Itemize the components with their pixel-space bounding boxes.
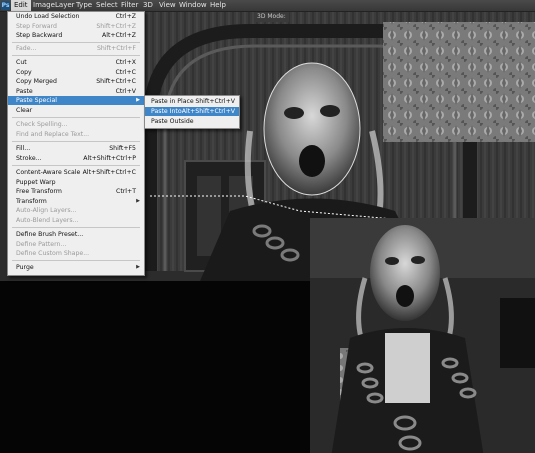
menu-select[interactable]: Select xyxy=(93,0,121,11)
menu-help[interactable]: Help xyxy=(207,0,229,11)
menu-item-puppet-warp[interactable]: Puppet Warp xyxy=(8,178,144,187)
menu-item-define-brush-preset[interactable]: Define Brush Preset... xyxy=(8,230,144,239)
menu-separator xyxy=(12,55,140,56)
menu-item-auto-align-layers[interactable]: Auto-Align Layers... xyxy=(8,206,144,215)
menu-item-label: Content-Aware Scale xyxy=(16,169,81,176)
menu-item-label: Cut xyxy=(16,59,27,66)
menu-item-label: Copy xyxy=(16,68,32,76)
menu-edit[interactable]: Edit xyxy=(11,0,31,11)
menu-item-shortcut: Ctrl+X xyxy=(115,59,136,66)
menu-item-paste[interactable]: Paste Ctrl+V xyxy=(8,87,144,96)
menu-separator xyxy=(12,165,140,166)
menu-item-label: Fade... xyxy=(16,45,37,52)
menu-type[interactable]: Type xyxy=(73,0,95,11)
menu-item-find-replace-text[interactable]: Find and Replace Text... xyxy=(8,130,144,139)
menu-item-label: Define Custom Shape... xyxy=(16,250,90,257)
menu-separator xyxy=(12,227,140,228)
menu-window[interactable]: Window xyxy=(176,0,210,11)
menu-item-cut[interactable]: Cut Ctrl+X xyxy=(8,58,144,67)
menu-item-shortcut: Alt+Shift+Ctrl+P xyxy=(83,154,136,162)
menu-item-shortcut: Shift+F5 xyxy=(109,145,136,152)
menu-item-paste-outside[interactable]: Paste Outside xyxy=(145,117,239,126)
menu-item-free-transform[interactable]: Free Transform Ctrl+T xyxy=(8,187,144,196)
submenu-arrow-icon: ▶ xyxy=(136,264,140,270)
photoshop-logo-icon: Ps xyxy=(1,1,10,10)
menu-filter[interactable]: Filter xyxy=(118,0,141,11)
menu-item-step-backward[interactable]: Step Backward Alt+Ctrl+Z xyxy=(8,31,144,40)
menu-item-shortcut: Ctrl+T xyxy=(116,188,136,195)
menu-item-label: Free Transform xyxy=(16,188,62,195)
menu-item-clear[interactable]: Clear xyxy=(8,106,144,115)
menu-item-paste-in-place[interactable]: Paste in Place Shift+Ctrl+V xyxy=(145,97,239,106)
menu-item-label: Transform xyxy=(16,197,47,205)
menu-item-check-spelling[interactable]: Check Spelling... xyxy=(8,120,144,129)
menu-item-shortcut: Shift+Ctrl+F xyxy=(96,45,136,52)
menu-item-content-aware-scale[interactable]: Content-Aware Scale Alt+Shift+Ctrl+C xyxy=(8,168,144,177)
menu-item-label: Auto-Blend Layers... xyxy=(16,216,79,224)
menu-item-shortcut: Alt+Shift+Ctrl+V xyxy=(181,108,235,115)
menu-item-transform[interactable]: Transform ▶ xyxy=(8,197,144,206)
submenu-arrow-icon: ▶ xyxy=(136,197,140,204)
menu-item-shortcut: Shift+Ctrl+V xyxy=(195,98,235,105)
menu-item-label: Paste in Place xyxy=(151,98,194,105)
menu-item-label: Stroke... xyxy=(16,154,42,162)
edit-menu-dropdown: Undo Load Selection Ctrl+Z Step Forward … xyxy=(7,11,145,276)
menu-item-label: Clear xyxy=(16,106,33,114)
menu-item-shortcut: Alt+Ctrl+Z xyxy=(102,32,136,39)
menu-item-shortcut: Ctrl+Z xyxy=(115,13,136,20)
menu-item-label: Find and Replace Text... xyxy=(16,130,90,138)
menu-item-paste-into[interactable]: Paste Into Alt+Shift+Ctrl+V xyxy=(145,107,239,117)
menu-item-stroke[interactable]: Stroke... Alt+Shift+Ctrl+P xyxy=(8,154,144,163)
menu-item-shortcut: Ctrl+C xyxy=(115,68,136,76)
menu-item-shortcut: Shift+Ctrl+C xyxy=(96,78,136,85)
menu-item-step-forward[interactable]: Step Forward Shift+Ctrl+Z xyxy=(8,22,144,31)
menu-item-label: Copy Merged xyxy=(16,78,57,85)
menu-item-label: Paste Special xyxy=(16,97,57,104)
menu-item-auto-blend-layers[interactable]: Auto-Blend Layers... xyxy=(8,216,144,225)
menu-separator xyxy=(12,260,140,261)
menu-item-label: Paste Outside xyxy=(151,118,194,125)
menu-item-undo-load-selection[interactable]: Undo Load Selection Ctrl+Z xyxy=(8,12,144,21)
menu-item-shortcut: Ctrl+V xyxy=(115,87,136,95)
menu-item-copy-merged[interactable]: Copy Merged Shift+Ctrl+C xyxy=(8,77,144,86)
menu-item-fill[interactable]: Fill... Shift+F5 xyxy=(8,144,144,153)
menu-item-label: Fill... xyxy=(16,145,31,152)
menu-item-label: Paste Into xyxy=(151,108,182,115)
menu-item-label: Paste xyxy=(16,87,33,95)
menu-item-label: Undo Load Selection xyxy=(16,13,80,20)
submenu-arrow-icon: ▶ xyxy=(136,97,140,103)
menu-item-label: Define Pattern... xyxy=(16,240,67,248)
paste-special-submenu: Paste in Place Shift+Ctrl+V Paste Into A… xyxy=(144,95,240,129)
menu-item-purge[interactable]: Purge ▶ xyxy=(8,263,144,272)
menu-item-shortcut: Alt+Shift+Ctrl+C xyxy=(82,169,136,176)
menu-item-label: Puppet Warp xyxy=(16,178,56,186)
menu-item-define-pattern[interactable]: Define Pattern... xyxy=(8,240,144,249)
menu-separator xyxy=(12,117,140,118)
menu-item-paste-special[interactable]: Paste Special ▶ xyxy=(8,96,144,106)
menu-item-label: Purge xyxy=(16,264,34,271)
menu-item-copy[interactable]: Copy Ctrl+C xyxy=(8,68,144,77)
menu-item-label: Auto-Align Layers... xyxy=(16,207,77,214)
menu-item-shortcut: Shift+Ctrl+Z xyxy=(96,22,136,30)
menu-separator xyxy=(12,42,140,43)
menu-item-define-custom-shape[interactable]: Define Custom Shape... xyxy=(8,249,144,258)
menu-item-label: Define Brush Preset... xyxy=(16,231,84,238)
menu-separator xyxy=(12,141,140,142)
menu-3d[interactable]: 3D xyxy=(140,0,156,11)
menu-item-label: Check Spelling... xyxy=(16,121,68,128)
3d-mode-label: 3D Mode: xyxy=(254,12,289,22)
menu-item-label: Step Backward xyxy=(16,32,63,39)
menu-item-label: Step Forward xyxy=(16,22,57,30)
canvas-image-pasted xyxy=(310,218,535,453)
menu-item-fade[interactable]: Fade... Shift+Ctrl+F xyxy=(8,44,144,53)
